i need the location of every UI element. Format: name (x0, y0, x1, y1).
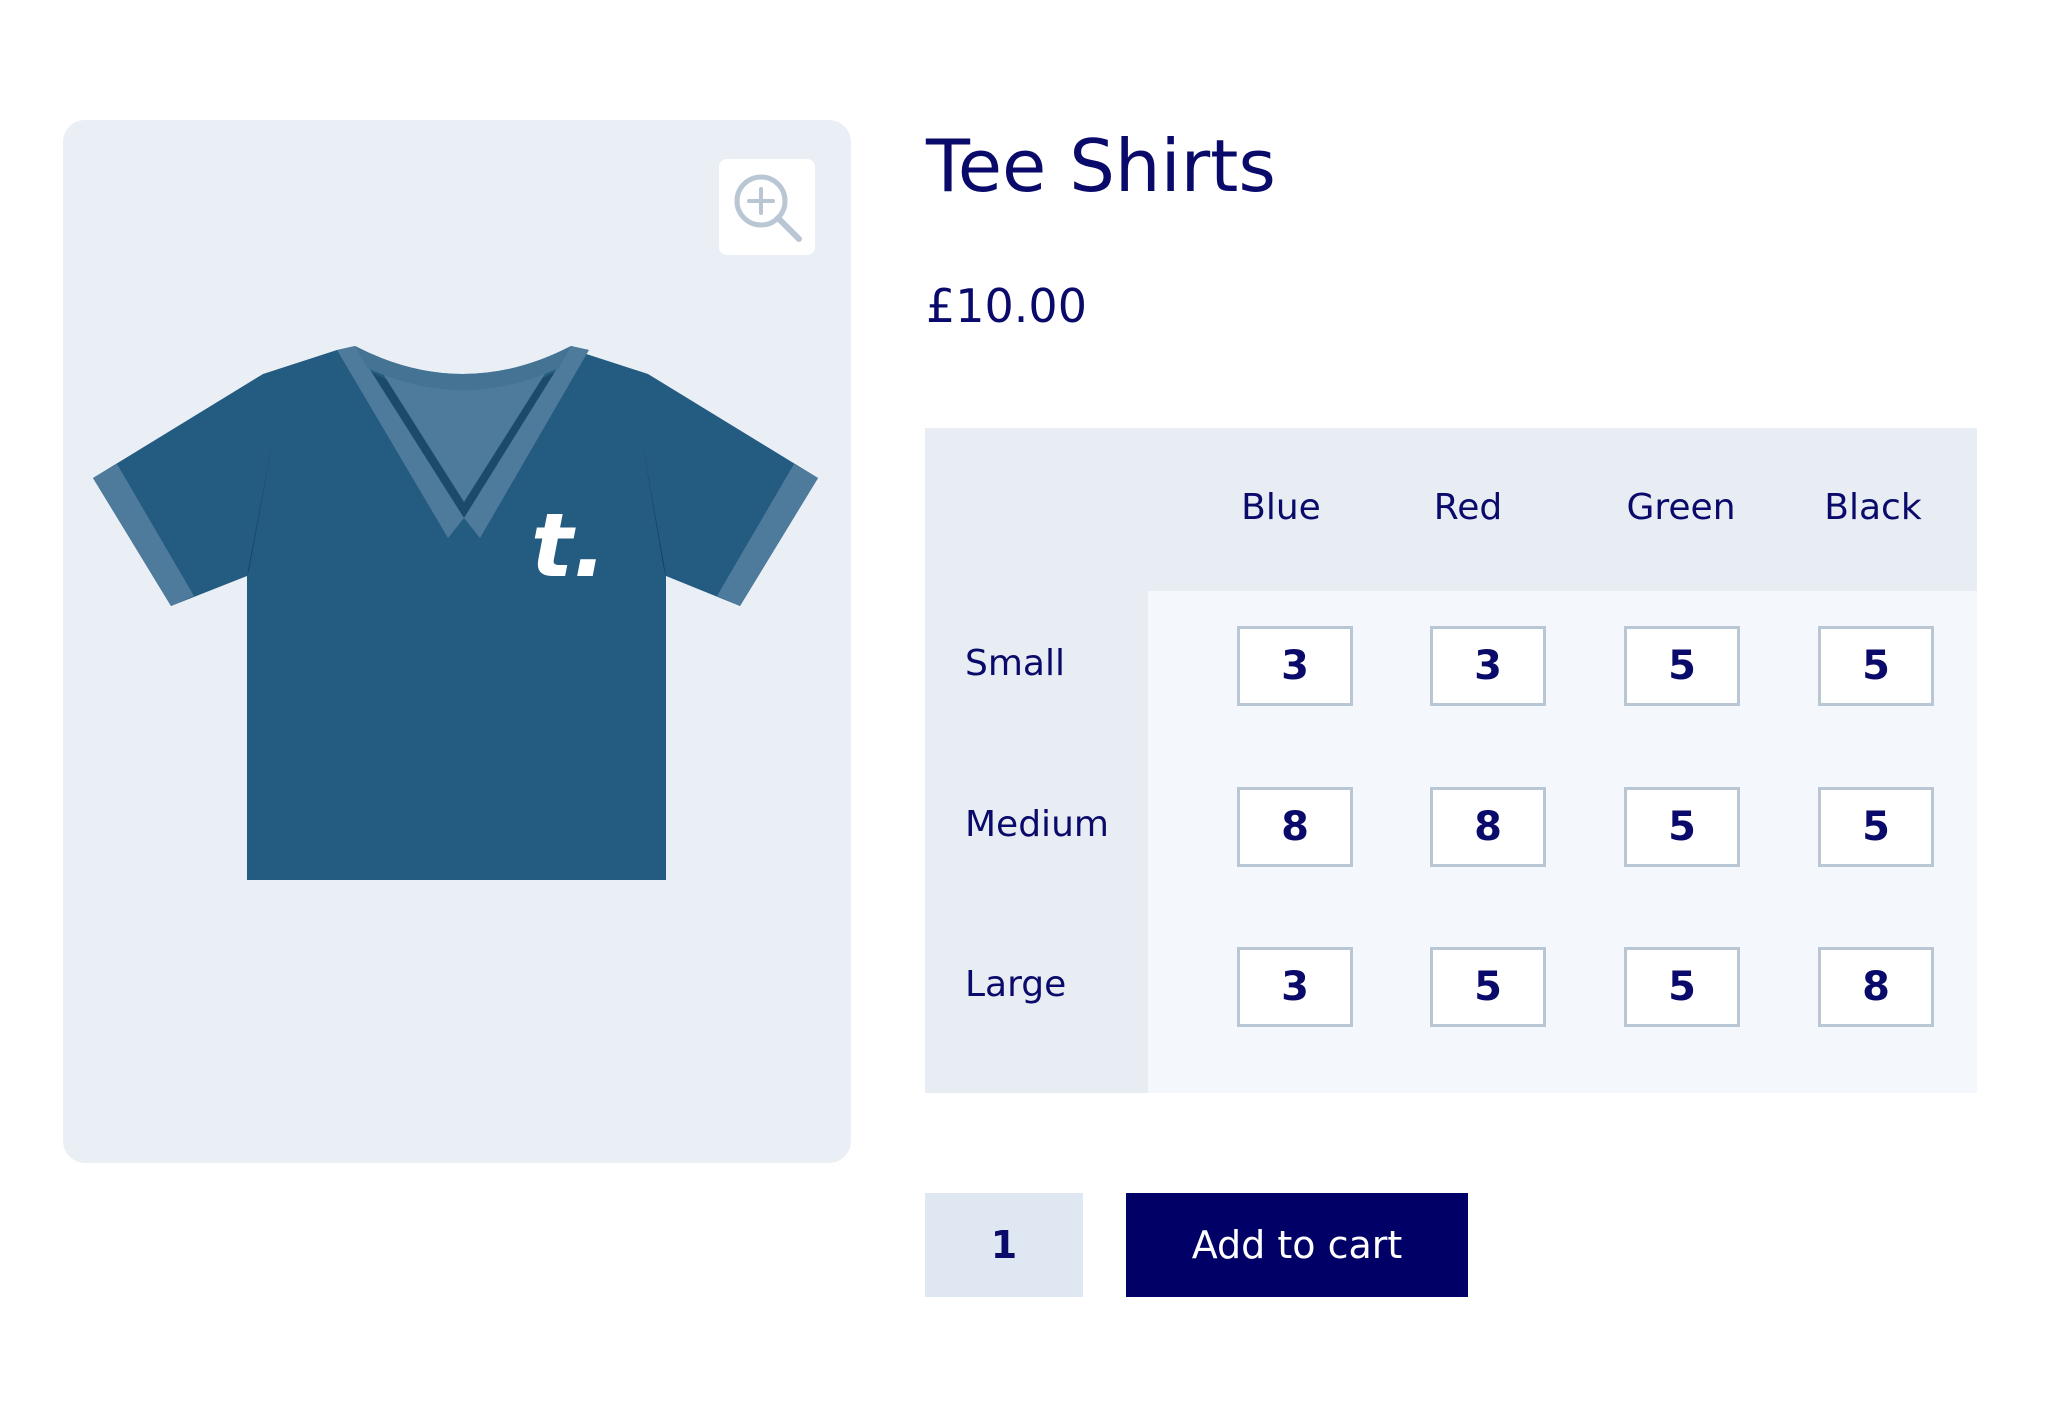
qty-cell-large-red[interactable]: 5 (1430, 947, 1546, 1027)
qty-cell-large-black[interactable]: 8 (1818, 947, 1934, 1027)
qty-cell-medium-black[interactable]: 5 (1818, 787, 1934, 867)
variation-grid: Blue Red Green Black Small Medium Large … (925, 428, 1977, 1093)
quantity-input[interactable]: 1 (925, 1193, 1083, 1297)
zoom-button[interactable] (719, 159, 815, 255)
product-image-panel: t. (63, 120, 851, 1163)
product-title: Tee Shirts (926, 124, 1276, 208)
row-header-medium: Medium (965, 804, 1109, 845)
product-image[interactable]: t. (93, 340, 821, 884)
row-header-small: Small (965, 643, 1065, 684)
qty-cell-medium-blue[interactable]: 8 (1237, 787, 1353, 867)
qty-cell-small-red[interactable]: 3 (1430, 626, 1546, 706)
qty-cell-small-green[interactable]: 5 (1624, 626, 1740, 706)
qty-cell-medium-green[interactable]: 5 (1624, 787, 1740, 867)
tshirt-logo: t. (531, 494, 607, 597)
qty-cell-large-blue[interactable]: 3 (1237, 947, 1353, 1027)
qty-cell-large-green[interactable]: 5 (1624, 947, 1740, 1027)
row-header-large: Large (965, 964, 1067, 1005)
qty-cell-medium-red[interactable]: 8 (1430, 787, 1546, 867)
column-header-green: Green (1626, 487, 1736, 528)
qty-cell-small-black[interactable]: 5 (1818, 626, 1934, 706)
qty-cell-small-blue[interactable]: 3 (1237, 626, 1353, 706)
column-header-blue: Blue (1241, 487, 1321, 528)
add-to-cart-button[interactable]: Add to cart (1126, 1193, 1468, 1297)
zoom-in-icon (734, 174, 802, 242)
column-header-black: Black (1824, 487, 1922, 528)
tshirt-illustration: t. (93, 346, 818, 880)
column-header-red: Red (1433, 487, 1503, 528)
product-price: £10.00 (926, 279, 1087, 333)
